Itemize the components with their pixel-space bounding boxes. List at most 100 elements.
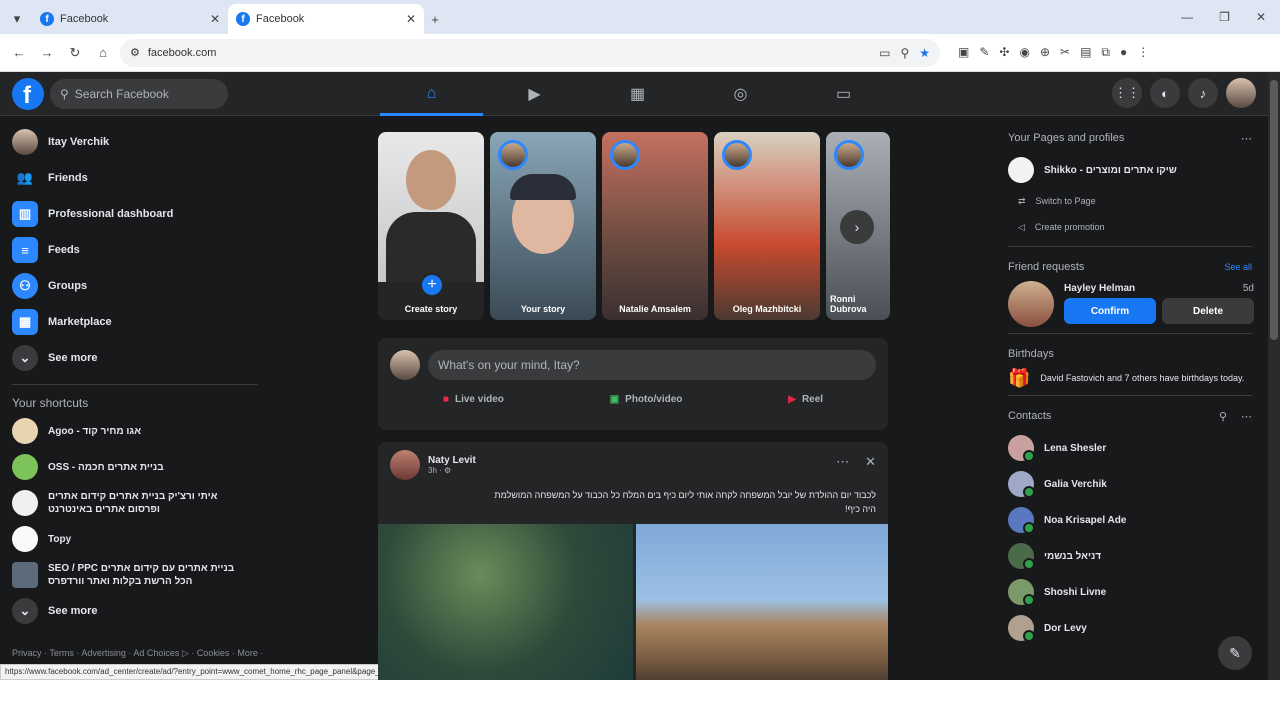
pen-extension-icon[interactable]: ✎ bbox=[979, 45, 989, 60]
new-tab-icon[interactable]: + bbox=[424, 8, 446, 30]
shortcuts-see-more[interactable]: ⌄ See more bbox=[8, 593, 268, 629]
contact-name: Lena Shesler bbox=[1044, 442, 1107, 454]
tab-marketplace[interactable]: ▦ bbox=[586, 72, 689, 116]
pages-options-icon[interactable]: ⋯ bbox=[1241, 132, 1252, 145]
confirm-button[interactable]: Confirm bbox=[1064, 298, 1156, 324]
contact-item[interactable]: Galia Verchik bbox=[1002, 466, 1258, 502]
shortcut-item[interactable]: OSS - בניית אתרים חכמה bbox=[8, 449, 268, 485]
requester-avatar[interactable] bbox=[1008, 281, 1054, 327]
story-card[interactable]: Natalie Amsalem bbox=[602, 132, 708, 320]
puzzle-extensions-icon[interactable]: ⧉ bbox=[1101, 45, 1110, 60]
video-icon: ▶ bbox=[528, 86, 541, 103]
composer-input[interactable]: What's on your mind, Itay? bbox=[428, 350, 876, 380]
post-photo-beach[interactable] bbox=[636, 524, 888, 680]
reel-label: Reel bbox=[801, 394, 824, 405]
contact-item[interactable]: דניאל בנשמי bbox=[1002, 538, 1258, 574]
sidebar-see-more[interactable]: ⌄ See more bbox=[8, 340, 268, 376]
composer-avatar bbox=[390, 350, 420, 380]
story-card[interactable]: Your story bbox=[490, 132, 596, 320]
shortcut-item[interactable]: SEO / PPC בניית אתרים עם קידום אתרים הכל… bbox=[8, 557, 268, 593]
cast-icon[interactable]: ▭ bbox=[879, 46, 890, 60]
footer-links[interactable]: Privacy · Terms · Advertising · Ad Choic… bbox=[12, 648, 263, 659]
facebook-app: f ⚲ Search Facebook ⌂ ▶ ▦ ◎ ▭ ⋮⋮ ◐ ♪ Ita… bbox=[0, 72, 1268, 680]
menu-dots-icon[interactable]: ⋮ bbox=[1137, 45, 1149, 60]
browser-tab-1[interactable]: f Facebook ✕ bbox=[32, 4, 228, 34]
reload-icon[interactable]: ↻ bbox=[64, 42, 86, 64]
tab-gaming[interactable]: ▭ bbox=[792, 72, 895, 116]
address-bar[interactable]: ⚙ facebook.com ▭ ⚲ ★ bbox=[120, 38, 940, 67]
story-card-create[interactable]: + Create story bbox=[378, 132, 484, 320]
sidebar-item-marketplace[interactable]: ▦ Marketplace bbox=[8, 304, 268, 340]
zoom-icon[interactable]: ⚲ bbox=[900, 46, 909, 60]
extension-icon[interactable]: ◉ bbox=[1019, 45, 1029, 60]
reel-button[interactable]: ▶ Reel bbox=[788, 394, 823, 405]
post-photo-coral[interactable] bbox=[378, 524, 633, 680]
extension-icon[interactable]: ▤ bbox=[1080, 45, 1091, 60]
browser-tab-2[interactable]: f Facebook ✕ bbox=[228, 4, 424, 34]
extension-icon[interactable]: ✣ bbox=[999, 45, 1009, 60]
sidebar-item-profile[interactable]: Itay Verchik bbox=[8, 124, 268, 160]
close-post-icon[interactable]: ✕ bbox=[865, 454, 876, 470]
shortcut-item[interactable]: Agoo - אגו מחיר קוד bbox=[8, 413, 268, 449]
facebook-logo[interactable]: f bbox=[12, 78, 44, 110]
contact-item[interactable]: Noa Krisapel Ade bbox=[1002, 502, 1258, 538]
close-tab-icon[interactable]: ✕ bbox=[210, 12, 220, 26]
switch-to-page-button[interactable]: ⇄ Switch to Page bbox=[1002, 188, 1258, 214]
cut-extension-icon[interactable]: ✂ bbox=[1060, 45, 1070, 60]
friends-icon: 👥 bbox=[16, 170, 34, 185]
photo-video-button[interactable]: ▣ Photo/video bbox=[610, 394, 683, 405]
bookmark-star-icon[interactable]: ★ bbox=[919, 46, 930, 60]
sidebar-item-friends[interactable]: 👥 Friends bbox=[8, 160, 268, 196]
shortcut-item[interactable]: איתי ורצ'יק בניית אתרים קידום אתרים ופרס… bbox=[8, 485, 268, 521]
messenger-icon[interactable]: ◐ bbox=[1150, 78, 1180, 108]
maximize-icon[interactable]: ❐ bbox=[1219, 10, 1230, 24]
menu-grid-icon[interactable]: ⋮⋮ bbox=[1112, 78, 1142, 108]
new-message-icon[interactable]: ✎ bbox=[1218, 636, 1252, 670]
tab-search-icon[interactable]: ▾ bbox=[6, 8, 28, 30]
scrollbar-thumb[interactable] bbox=[1270, 80, 1278, 340]
contact-item[interactable]: Lena Shesler bbox=[1002, 430, 1258, 466]
see-all-link[interactable]: See all bbox=[1224, 262, 1252, 272]
tab-video[interactable]: ▶ bbox=[483, 72, 586, 116]
back-icon[interactable]: ← bbox=[8, 42, 30, 64]
account-avatar[interactable] bbox=[1226, 78, 1256, 108]
extension-icon[interactable]: ⊕ bbox=[1040, 45, 1050, 60]
right-sidebar: Your Pages and profiles ⋯ Shikko - שיקו … bbox=[1002, 124, 1258, 646]
contact-item[interactable]: Shoshi Livne bbox=[1002, 574, 1258, 610]
notifications-bell-icon[interactable]: ♪ bbox=[1188, 78, 1218, 108]
contacts-options-icon[interactable]: ⋯ bbox=[1241, 410, 1252, 423]
groups-icon: ⚇ bbox=[12, 273, 38, 299]
shortcut-label: איתי ורצ'יק בניית אתרים קידום אתרים ופרס… bbox=[48, 491, 218, 515]
sidebar-item-label: Groups bbox=[48, 280, 88, 292]
close-window-icon[interactable]: ✕ bbox=[1256, 10, 1266, 24]
tab-groups[interactable]: ◎ bbox=[689, 72, 792, 116]
create-story-plus-icon[interactable]: + bbox=[419, 272, 445, 298]
gift-icon: 🎁 bbox=[1008, 368, 1031, 388]
birthday-notice[interactable]: 🎁 David Fastovich and 7 others have birt… bbox=[1002, 368, 1258, 389]
post-author-avatar[interactable] bbox=[390, 450, 420, 480]
contacts-search-icon[interactable]: ⚲ bbox=[1219, 410, 1227, 423]
live-video-button[interactable]: ■ Live video bbox=[443, 394, 504, 405]
minimize-icon[interactable]: — bbox=[1181, 10, 1193, 24]
close-tab-icon[interactable]: ✕ bbox=[406, 12, 416, 26]
forward-icon[interactable]: → bbox=[36, 42, 58, 64]
profile-icon[interactable]: ● bbox=[1120, 45, 1127, 60]
home-icon[interactable]: ⌂ bbox=[92, 42, 114, 64]
extension-icon[interactable]: ▣ bbox=[958, 45, 969, 60]
story-card[interactable]: Oleg Mazhbitcki bbox=[714, 132, 820, 320]
stories-next-arrow-icon[interactable]: › bbox=[840, 210, 874, 244]
sidebar-item-professional-dashboard[interactable]: ▥ Professional dashboard bbox=[8, 196, 268, 232]
post-options-icon[interactable]: ⋯ bbox=[836, 454, 849, 470]
shortcut-item[interactable]: Topy bbox=[8, 521, 268, 557]
delete-button[interactable]: Delete bbox=[1162, 298, 1254, 324]
create-promotion-button[interactable]: ◁ Create promotion bbox=[1002, 214, 1258, 240]
requester-name[interactable]: Hayley Helman bbox=[1064, 283, 1135, 294]
tab-home[interactable]: ⌂ bbox=[380, 72, 483, 116]
sidebar-item-groups[interactable]: ⚇ Groups bbox=[8, 268, 268, 304]
contact-item[interactable]: Dor Levy bbox=[1002, 610, 1258, 646]
post-author-name[interactable]: Naty Levit bbox=[428, 455, 476, 466]
sidebar-item-feeds[interactable]: ≡ Feeds bbox=[8, 232, 268, 268]
page-item[interactable]: Shikko - שיקו אתרים ומוצרים bbox=[1002, 152, 1258, 188]
site-info-icon[interactable]: ⚙ bbox=[130, 46, 140, 59]
search-input[interactable]: ⚲ Search Facebook bbox=[50, 79, 228, 109]
